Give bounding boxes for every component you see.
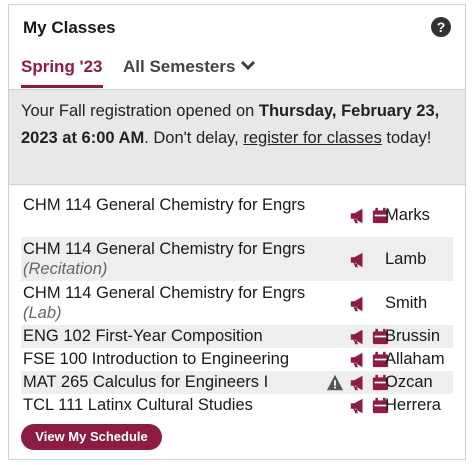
- card-title: My Classes: [23, 18, 116, 37]
- instructor-name[interactable]: Lamb: [385, 249, 426, 269]
- class-row: CHM 114 General Chemistry for Engrs (Rec…: [21, 237, 453, 281]
- course-name[interactable]: TCL 111 Latinx Cultural Studies: [23, 395, 323, 415]
- notice-suffix: today!: [381, 129, 432, 147]
- instructor-name[interactable]: Smith: [385, 293, 427, 313]
- megaphone-icon[interactable]: [349, 251, 367, 269]
- section-type: (Lab): [23, 304, 62, 322]
- instructor-name[interactable]: Brussin: [385, 326, 440, 346]
- semester-tabs: Spring '23 All Semesters: [9, 51, 465, 89]
- notice-middle: . Don't delay,: [144, 129, 244, 147]
- tab-label: Spring '23: [21, 57, 103, 76]
- instructor-name[interactable]: Allaham: [385, 349, 445, 369]
- class-row: CHM 114 General Chemistry for Engrs (Lab…: [21, 281, 453, 325]
- instructor-name[interactable]: Marks: [385, 205, 430, 225]
- tab-all-semesters[interactable]: All Semesters: [123, 55, 256, 77]
- notice-prefix: Your Fall registration opened on: [21, 102, 259, 120]
- help-icon[interactable]: ?: [431, 17, 451, 37]
- chevron-down-icon: [241, 55, 256, 71]
- register-link[interactable]: register for classes: [243, 129, 381, 147]
- megaphone-icon[interactable]: [349, 207, 367, 225]
- instructor-name[interactable]: Herrera: [385, 395, 441, 415]
- tab-label: All Semesters: [123, 57, 236, 76]
- view-my-schedule-button[interactable]: View My Schedule: [21, 424, 162, 450]
- warning-icon[interactable]: [326, 374, 344, 392]
- megaphone-icon[interactable]: [349, 351, 367, 369]
- my-classes-card: My Classes ? Spring '23 All Semesters Yo…: [8, 4, 466, 460]
- course-name[interactable]: CHM 114 General Chemistry for Engrs (Lab…: [23, 283, 323, 323]
- course-name[interactable]: CHM 114 General Chemistry for Engrs (Rec…: [23, 239, 323, 279]
- megaphone-icon[interactable]: [349, 397, 367, 415]
- course-name[interactable]: ENG 102 First-Year Composition: [23, 326, 323, 346]
- megaphone-icon[interactable]: [349, 374, 367, 392]
- megaphone-icon[interactable]: [349, 295, 367, 313]
- class-row: FSE 100 Introduction to Engineering Alla…: [21, 348, 453, 371]
- class-row: TCL 111 Latinx Cultural Studies Herrera: [21, 394, 453, 417]
- megaphone-icon[interactable]: [349, 328, 367, 346]
- class-list: CHM 114 General Chemistry for Engrs Mark…: [21, 193, 453, 417]
- section-type: (Recitation): [23, 260, 108, 278]
- course-name[interactable]: FSE 100 Introduction to Engineering: [23, 349, 323, 369]
- instructor-name[interactable]: Ozcan: [385, 372, 433, 392]
- class-row: CHM 114 General Chemistry for Engrs Mark…: [21, 193, 453, 237]
- class-row: MAT 265 Calculus for Engineers I Ozcan: [21, 371, 453, 394]
- class-row: ENG 102 First-Year Composition Brussin: [21, 325, 453, 348]
- course-name[interactable]: CHM 114 General Chemistry for Engrs: [23, 195, 323, 215]
- tab-spring-23[interactable]: Spring '23: [21, 57, 103, 88]
- registration-notice: Your Fall registration opened on Thursda…: [9, 89, 465, 185]
- card-header: My Classes ?: [9, 5, 465, 51]
- course-name[interactable]: MAT 265 Calculus for Engineers I: [23, 372, 323, 392]
